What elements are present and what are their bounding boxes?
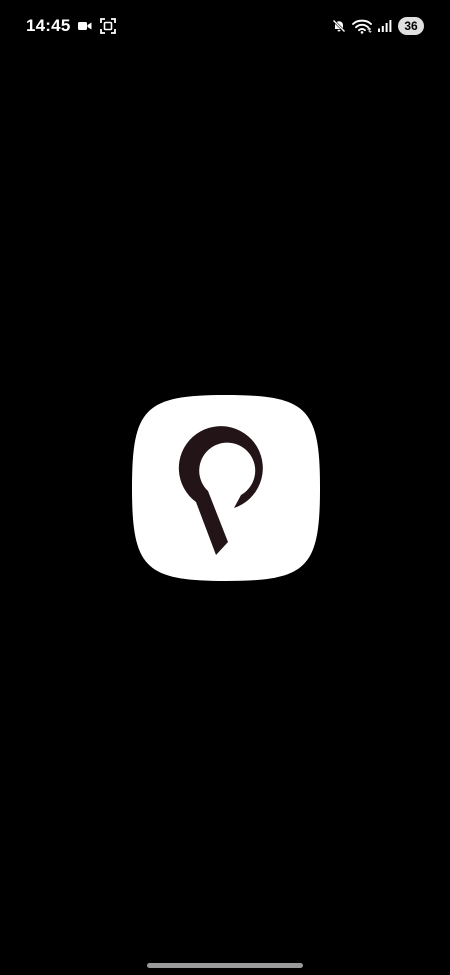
- battery-indicator: 36: [398, 17, 424, 35]
- splash-screen: 14:45 36: [0, 0, 450, 975]
- status-bar-left: 14:45: [26, 14, 117, 38]
- status-bar: 14:45 36: [0, 0, 450, 52]
- home-indicator[interactable]: [147, 963, 303, 968]
- logo-background: [132, 395, 320, 581]
- wifi-icon: [352, 19, 372, 34]
- status-time: 14:45: [26, 16, 71, 35]
- muted-bell-icon: [332, 19, 346, 33]
- app-logo: [132, 395, 320, 581]
- cellular-signal-icon: [378, 20, 392, 32]
- battery-level: 36: [404, 19, 418, 33]
- screen-record-icon: [100, 18, 117, 34]
- video-camera-icon: [78, 21, 92, 31]
- status-bar-right: 36: [332, 14, 424, 38]
